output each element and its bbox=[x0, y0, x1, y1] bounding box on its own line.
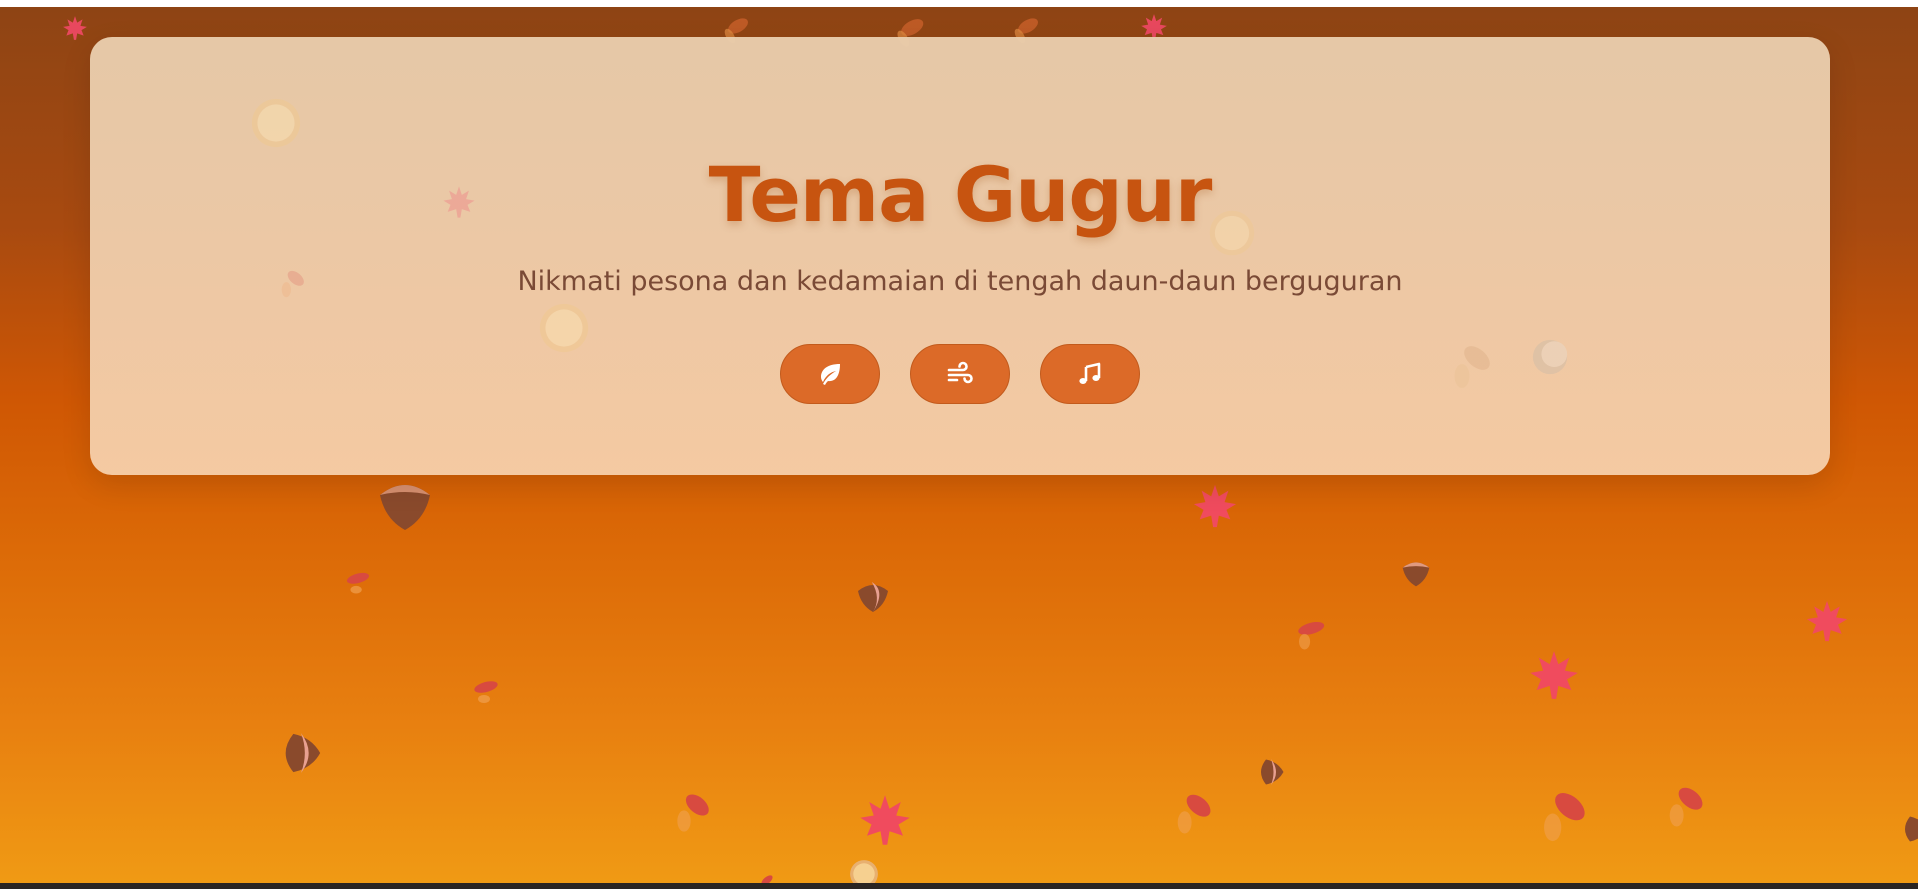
control-buttons bbox=[90, 344, 1830, 404]
leaf-icon bbox=[1669, 787, 1703, 827]
maple-leaf-icon bbox=[1530, 651, 1578, 699]
leaf-icon bbox=[761, 875, 773, 883]
music-note-icon bbox=[1079, 362, 1101, 384]
leaf-icon bbox=[1177, 794, 1211, 834]
chestnut-icon bbox=[1402, 562, 1430, 587]
page-subtitle: Nikmati pesona dan kedamaian di tengah d… bbox=[517, 266, 1403, 297]
chestnut-icon bbox=[285, 733, 321, 773]
maple-leaf-icon bbox=[63, 16, 87, 40]
leaf-icon bbox=[821, 364, 840, 385]
leaf-icon bbox=[1544, 793, 1585, 842]
chestnut-icon bbox=[380, 485, 430, 530]
leaf-icon bbox=[474, 681, 498, 703]
chestnut-icon bbox=[1905, 816, 1918, 842]
maple-leaf-icon bbox=[1806, 600, 1848, 642]
wind-icon bbox=[947, 361, 973, 384]
wind-button[interactable] bbox=[910, 344, 1010, 404]
leaf-icon bbox=[1298, 621, 1325, 650]
bottom-edge bbox=[0, 883, 1918, 889]
page-title: Tema Gugur bbox=[708, 150, 1213, 239]
pie-icon bbox=[251, 98, 301, 148]
leaf-icon bbox=[677, 794, 709, 832]
music-button[interactable] bbox=[1040, 344, 1140, 404]
maple-leaf-icon bbox=[860, 795, 910, 845]
leaf-button[interactable] bbox=[780, 344, 880, 404]
leaf-icon bbox=[346, 572, 370, 594]
chestnut-icon bbox=[858, 582, 888, 612]
chestnut-icon bbox=[1261, 759, 1284, 785]
pie-icon bbox=[850, 860, 878, 883]
hero-card: Tema Gugur Nikmati pesona dan kedamaian … bbox=[90, 37, 1830, 475]
maple-leaf-icon bbox=[1193, 484, 1237, 528]
